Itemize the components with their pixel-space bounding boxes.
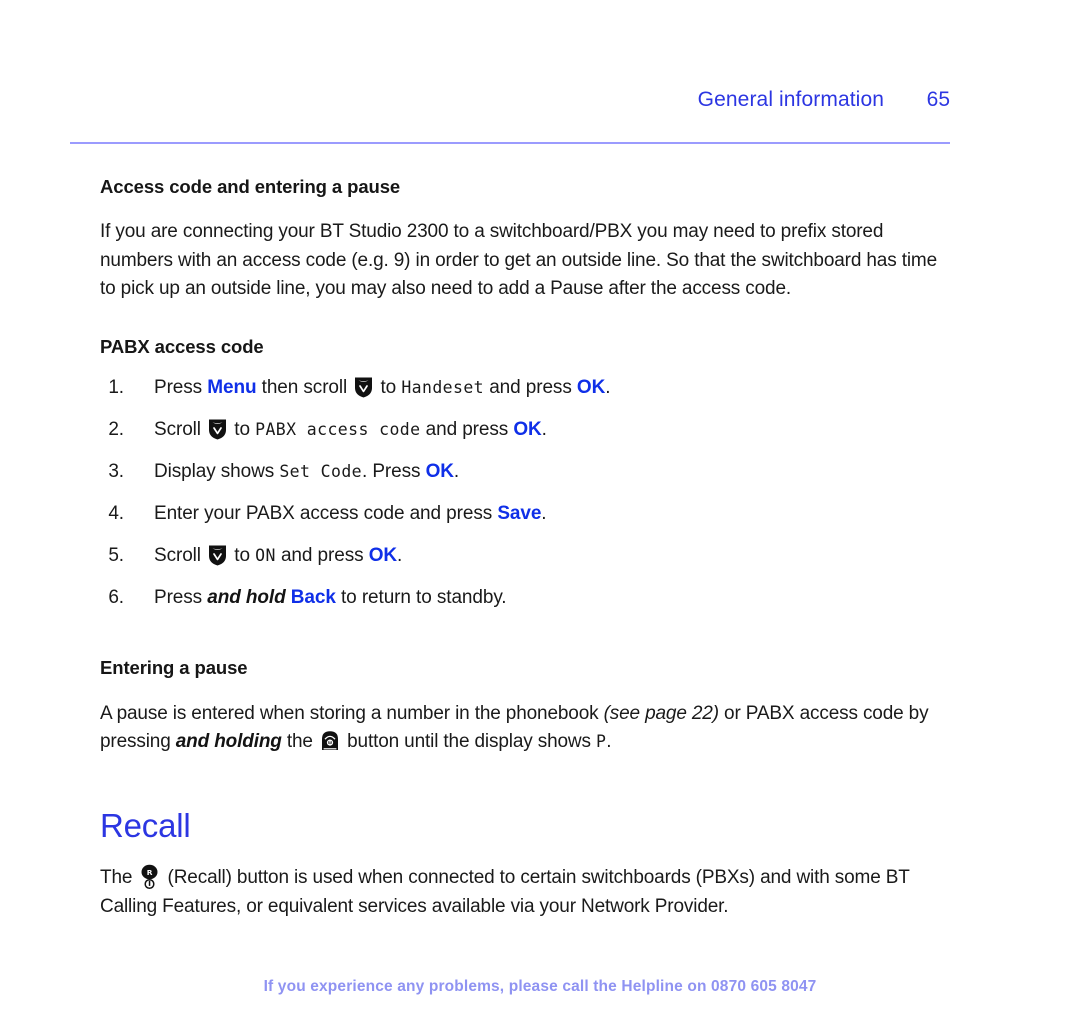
page-header: General information 65 — [70, 88, 950, 112]
display-text: ON — [255, 545, 276, 565]
list-item: 5. Scroll to ON and press OK. — [108, 535, 950, 577]
display-text: Handeset — [401, 377, 485, 397]
emphasis-text: and hold — [207, 586, 286, 608]
key-label-back[interactable]: Back — [291, 587, 336, 608]
step-text: . — [453, 460, 460, 482]
emphasis-text: and holding — [175, 731, 282, 753]
step-text: to — [229, 544, 256, 566]
step-text: Press — [154, 586, 208, 608]
step-text: Enter your PABX access code and press — [154, 502, 498, 524]
step-number: 4. — [108, 502, 124, 524]
step-text: . — [397, 544, 403, 566]
heading-recall: Recall — [100, 806, 191, 844]
page-content: Access code and entering a pause If you … — [100, 176, 950, 921]
paragraph-text: button until the display shows — [341, 731, 596, 753]
paragraph-text: A pause is entered when storing a number… — [100, 702, 604, 724]
list-item: 6. Press and hold Back to return to stand… — [108, 577, 950, 619]
list-item: 4. Enter your PABX access code and press … — [108, 493, 950, 535]
page-reference: (see page 22) — [603, 702, 719, 724]
page-footer: If you experience any problems, please c… — [0, 978, 1080, 996]
key-label-ok[interactable]: OK — [369, 545, 397, 566]
step-text: to — [229, 418, 256, 440]
paragraph-entering-a-pause: A pause is entered when storing a number… — [100, 700, 950, 757]
step-text: Press — [154, 376, 208, 398]
paragraph-text: the — [281, 731, 318, 753]
key-label-ok[interactable]: OK — [577, 377, 605, 398]
display-text: P — [595, 732, 607, 752]
step-text: Display shows — [154, 460, 280, 482]
paragraph-text: The — [100, 866, 138, 888]
list-item: 3. Display shows Set Code. Press OK. — [108, 451, 950, 493]
display-text: PABX access code — [255, 419, 421, 439]
manual-page: General information 65 Access code and e… — [0, 0, 1080, 1018]
pabx-steps-list: 1. Press Menu then scroll to Handeset and… — [108, 367, 950, 619]
step-number: 5. — [108, 544, 124, 566]
scroll-down-icon — [208, 544, 227, 566]
footer-message: If you experience any problems, please c… — [263, 978, 712, 995]
scroll-down-icon — [208, 418, 227, 440]
step-text: and press — [275, 544, 369, 566]
key-label-ok[interactable]: OK — [426, 461, 454, 482]
heading-entering-a-pause: Entering a pause — [100, 656, 248, 678]
step-text: and press — [420, 418, 514, 440]
heading-access-code: Access code and entering a pause — [100, 176, 401, 197]
step-text: . — [541, 502, 547, 524]
step-text: and press — [484, 376, 577, 398]
list-item: 2. Scroll to PABX access code and press O… — [108, 409, 950, 451]
step-number: 3. — [108, 460, 124, 482]
step-text: to return to standby. — [335, 586, 507, 608]
step-number: 1. — [108, 376, 124, 398]
step-text: . Press — [361, 460, 426, 482]
paragraph-access-code: If you are connecting your BT Studio 230… — [100, 221, 938, 300]
heading-pabx-access-code: PABX access code — [100, 335, 264, 357]
page-number: 65 — [926, 88, 950, 111]
step-text: . — [541, 418, 547, 440]
svg-text:R: R — [147, 868, 153, 877]
header-divider — [70, 142, 950, 144]
key-label-menu[interactable]: Menu — [207, 377, 256, 398]
list-item: 1. Press Menu then scroll to Handeset and… — [108, 367, 950, 409]
header-section-title: General information — [697, 88, 884, 111]
paragraph-text: (Recall) button is used when connected t… — [100, 866, 910, 917]
step-text: to — [375, 376, 402, 398]
key-label-ok[interactable]: OK — [513, 419, 541, 440]
pause-key-icon — [320, 730, 340, 751]
key-label-save[interactable]: Save — [497, 503, 541, 524]
scroll-down-icon — [354, 376, 373, 398]
step-text: . — [605, 376, 611, 398]
paragraph-text: . — [606, 731, 612, 753]
recall-button-icon: R — [140, 864, 159, 890]
helpline-phone-number: 0870 605 8047 — [711, 978, 817, 995]
step-number: 6. — [108, 586, 124, 608]
step-number: 2. — [108, 418, 124, 440]
display-text: Set Code — [279, 461, 362, 481]
step-text: Scroll — [154, 544, 207, 566]
step-text: then scroll — [256, 376, 353, 398]
paragraph-recall: The R (Recall) button is used when conne… — [100, 864, 950, 921]
step-text: Scroll — [154, 418, 207, 440]
